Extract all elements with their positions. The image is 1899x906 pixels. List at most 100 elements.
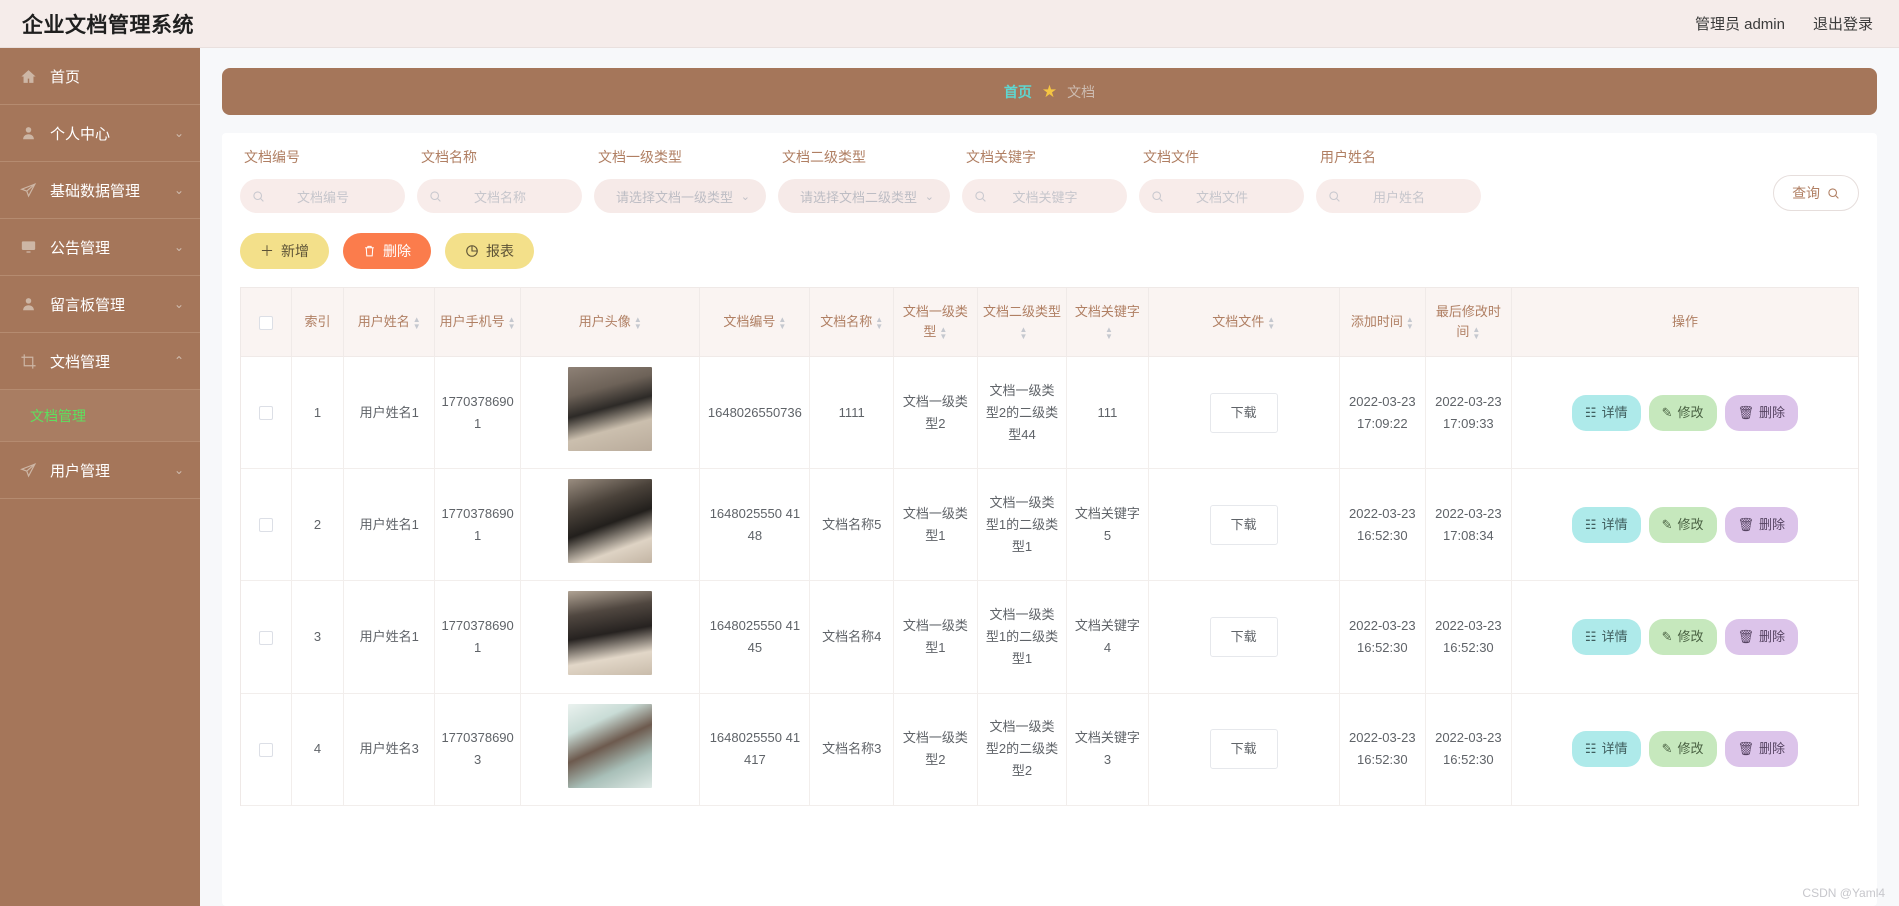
cell-phone: 17703786901 <box>434 580 522 694</box>
row-select-cell <box>241 356 292 470</box>
report-button-label: 报表 <box>486 243 514 259</box>
column-username[interactable]: 用户姓名 ▲ ▼ <box>343 288 436 358</box>
sort-icon[interactable]: ▲ ▼ <box>1105 325 1113 340</box>
row-checkbox[interactable] <box>258 406 273 421</box>
query-button[interactable]: 查询 <box>1773 175 1860 211</box>
doc-no-input[interactable]: 文档编号 <box>240 179 405 213</box>
column-avatar[interactable]: 用户头像 ▲ ▼ <box>520 288 701 358</box>
report-button[interactable]: 报表 <box>445 233 534 269</box>
doc-keyword-input[interactable]: 文档关键字 <box>962 179 1127 213</box>
column-type1[interactable]: 文档一级类型 ▲ ▼ <box>893 288 978 358</box>
cell-type1: 文档一级类型1 <box>893 468 978 582</box>
column-doc-no[interactable]: 文档编号 ▲ ▼ <box>699 288 811 358</box>
sidebar-item-label: 留言板管理 <box>50 296 126 314</box>
sidebar-subitem-document-management[interactable]: 文档管理 <box>0 390 200 442</box>
column-label: 文档名称 <box>820 314 873 330</box>
download-button[interactable]: 下载 <box>1209 729 1278 770</box>
sort-icon[interactable]: ▲ ▼ <box>1406 315 1414 330</box>
sort-icon[interactable]: ▲ ▼ <box>508 315 516 330</box>
username-input[interactable]: 用户姓名 <box>1316 179 1481 213</box>
doc-type2-select[interactable]: 请选择文档二级类型 ⌄ <box>778 179 950 213</box>
row-checkbox[interactable] <box>258 742 273 757</box>
app-title: 企业文档管理系统 <box>22 13 194 37</box>
table-body: 1 用户姓名1 17703786901 1648026550736 1111 文档一级类型… <box>241 356 1859 806</box>
cell-type1: 文档一级类型1 <box>893 580 978 694</box>
sidebar-item-announcement[interactable]: 公告管理 ⌄ <box>0 219 200 276</box>
sort-icon[interactable]: ▲ ▼ <box>778 315 786 330</box>
select-all-checkbox[interactable] <box>258 315 273 330</box>
home-icon <box>18 66 38 86</box>
chevron-down-icon: ⌄ <box>173 463 184 477</box>
sort-icon[interactable]: ▲ ▼ <box>634 315 642 330</box>
edit-button[interactable]: ✎ 修改 <box>1648 506 1717 543</box>
delete-button[interactable]: 🗑 删除 <box>1724 731 1799 768</box>
column-file[interactable]: 文档文件 ▲ ▼ <box>1148 288 1340 358</box>
search-label: 文档名称 <box>421 149 477 165</box>
delete-button[interactable]: 🗑 删除 <box>1724 394 1799 431</box>
cell-avatar <box>520 580 701 694</box>
column-created[interactable]: 添加时间 ▲ ▼ <box>1339 288 1426 358</box>
delete-button[interactable]: 🗑 删除 <box>1724 618 1799 656</box>
monitor-icon <box>18 237 38 257</box>
edit-button[interactable]: ✎ 修改 <box>1648 618 1717 656</box>
download-button[interactable]: 下载 <box>1209 504 1278 545</box>
sidebar-item-basic-data[interactable]: 基础数据管理 ⌄ <box>0 162 200 219</box>
sidebar-item-message-board[interactable]: 留言板管理 ⌄ <box>0 276 200 333</box>
trash-icon: 🗑 <box>1737 741 1755 757</box>
sort-icon[interactable]: ▲ ▼ <box>1020 325 1028 340</box>
documents-table: 索引 用户姓名 ▲ ▼ 用户手机号 ▲ ▼ 用户头像 ▲ ▼ 文档编号 ▲ ▼ 文档名称 ▲ ▼ 文… <box>240 287 1860 806</box>
search-icon <box>252 190 265 203</box>
column-modified[interactable]: 最后修改时间 ▲ ▼ <box>1425 288 1512 358</box>
cell-index: 3 <box>291 580 345 694</box>
detail-button[interactable]: ☷ 详情 <box>1571 618 1641 656</box>
cell-type2: 文档一级类型2的二级类型2 <box>977 693 1068 806</box>
sidebar-item-user-management[interactable]: 用户管理 ⌄ <box>0 442 200 499</box>
cell-created: 2022-03-23 16:52:30 <box>1339 468 1426 582</box>
column-keyword[interactable]: 文档关键字 ▲ ▼ <box>1066 288 1149 358</box>
select-all-header <box>241 288 292 358</box>
document-icon: ☷ <box>1584 404 1597 420</box>
search-field-type2: 文档二级类型 请选择文档二级类型 ⌄ <box>778 147 950 213</box>
doc-file-input[interactable]: 文档文件 <box>1139 179 1304 213</box>
batch-delete-button[interactable]: 删除 <box>343 233 431 269</box>
detail-button[interactable]: ☷ 详情 <box>1571 394 1641 431</box>
row-checkbox[interactable] <box>258 630 273 645</box>
doc-name-input-placeholder: 文档名称 <box>473 189 526 205</box>
search-icon <box>429 190 442 203</box>
add-button[interactable]: ＋ 新增 <box>240 233 329 269</box>
cell-operations: ☷ 详情 ✎ 修改 🗑 删除 <box>1511 468 1859 582</box>
sidebar-item-document-management[interactable]: 文档管理 ⌃ <box>0 333 200 390</box>
sidebar-item-personal-center[interactable]: 个人中心 ⌄ <box>0 105 200 162</box>
sort-icon[interactable]: ▲ ▼ <box>1267 315 1275 330</box>
detail-button[interactable]: ☷ 详情 <box>1571 731 1641 768</box>
column-label: 文档一级类型 <box>902 304 968 340</box>
column-label: 文档编号 <box>723 314 776 330</box>
sort-icon[interactable]: ▲ ▼ <box>939 325 947 340</box>
cell-doc-no: 1648026550736 <box>699 356 811 470</box>
edit-button[interactable]: ✎ 修改 <box>1648 394 1717 431</box>
table-row: 1 用户姓名1 17703786901 1648026550736 1111 文档一级类型… <box>241 356 1859 470</box>
column-type2[interactable]: 文档二级类型 ▲ ▼ <box>977 288 1068 358</box>
avatar <box>568 703 653 788</box>
edit-button-label: 修改 <box>1677 516 1704 532</box>
download-button[interactable]: 下载 <box>1209 616 1278 658</box>
logout-button[interactable]: 退出登录 <box>1813 13 1873 34</box>
delete-button[interactable]: 🗑 删除 <box>1724 506 1799 543</box>
sidebar-item-home[interactable]: 首页 <box>0 48 200 105</box>
sort-icon[interactable]: ▲ ▼ <box>413 315 421 330</box>
doc-name-input[interactable]: 文档名称 <box>417 179 582 213</box>
sort-icon[interactable]: ▲ ▼ <box>1472 325 1480 340</box>
doc-type1-select[interactable]: 请选择文档一级类型 ⌄ <box>594 179 766 213</box>
detail-button[interactable]: ☷ 详情 <box>1571 506 1641 543</box>
download-button[interactable]: 下载 <box>1209 392 1278 433</box>
column-label: 索引 <box>304 314 331 330</box>
row-checkbox[interactable] <box>258 518 273 533</box>
sort-icon[interactable]: ▲ ▼ <box>875 315 883 330</box>
edit-button[interactable]: ✎ 修改 <box>1648 731 1717 768</box>
delete-button-label: 删除 <box>1759 741 1786 757</box>
breadcrumb-home-link[interactable]: 首页 <box>1004 82 1032 102</box>
column-phone[interactable]: 用户手机号 ▲ ▼ <box>434 288 522 358</box>
column-doc-name[interactable]: 文档名称 ▲ ▼ <box>809 288 895 358</box>
send-icon <box>18 460 38 480</box>
cell-type2: 文档一级类型1的二级类型1 <box>977 580 1068 694</box>
